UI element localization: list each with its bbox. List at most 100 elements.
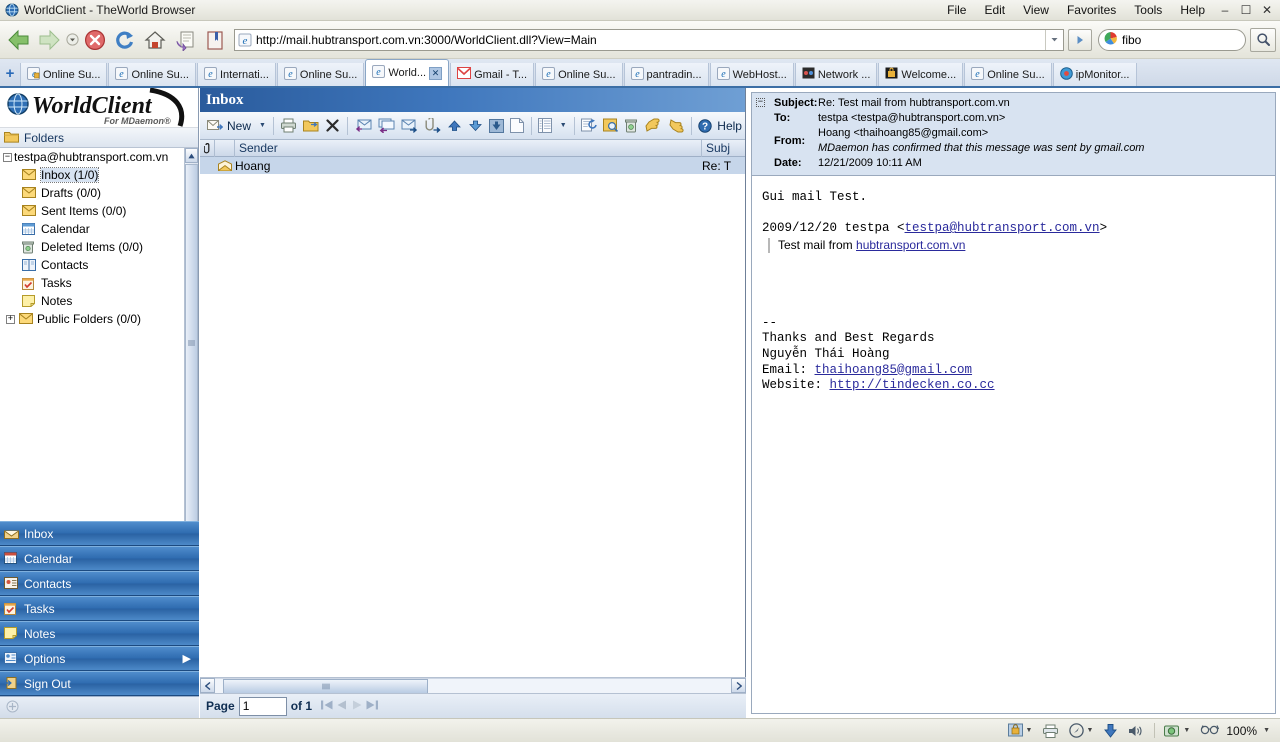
- go-button[interactable]: [1068, 28, 1092, 51]
- thumbs-down-icon[interactable]: [641, 114, 664, 138]
- security-zone-icon[interactable]: ▼: [1007, 723, 1032, 738]
- expand-nav-icon[interactable]: [6, 700, 19, 716]
- last-page-button[interactable]: [365, 698, 379, 715]
- folder-public-folders[interactable]: + Public Folders (0/0): [0, 310, 198, 328]
- expand-icon[interactable]: +: [6, 314, 15, 324]
- sender-email-link[interactable]: testpa@hubtransport.com.vn: [905, 221, 1100, 235]
- reply-all-button[interactable]: [375, 114, 398, 138]
- scrollbar-thumb[interactable]: [223, 679, 428, 694]
- tab-gmail[interactable]: Gmail - T...: [450, 63, 535, 86]
- home-icon[interactable]: [140, 25, 170, 55]
- close-button[interactable]: ✕: [1258, 2, 1276, 18]
- tab-pantradin[interactable]: e pantradin...: [623, 63, 709, 86]
- sender-column-header[interactable]: Sender: [235, 139, 702, 157]
- stop-icon[interactable]: [80, 25, 110, 55]
- scroll-right-icon[interactable]: [731, 678, 746, 693]
- url-text[interactable]: http://mail.hubtransport.com.vn:3000/Wor…: [256, 33, 1045, 47]
- scrollbar-track[interactable]: [215, 678, 731, 694]
- address-dropdown-icon[interactable]: [1045, 29, 1063, 50]
- sidebar-item-options[interactable]: Options ▶: [0, 646, 199, 671]
- folder-contacts[interactable]: Contacts: [0, 256, 198, 274]
- tab-worldclient[interactable]: e World... ✕: [365, 59, 450, 86]
- empty-trash-button[interactable]: [622, 114, 641, 138]
- sidebar-item-notes[interactable]: Notes: [0, 621, 199, 646]
- subject-column-header[interactable]: Subj: [702, 140, 745, 157]
- proxy-icon[interactable]: ▼: [1164, 724, 1190, 738]
- signature-website-link[interactable]: http://tindecken.co.cc: [830, 378, 995, 392]
- tab-online-su-2[interactable]: e Online Su...: [108, 63, 196, 86]
- print-button[interactable]: [277, 114, 300, 138]
- menu-file[interactable]: File: [938, 2, 975, 18]
- move-up-button[interactable]: [444, 114, 465, 138]
- search-mail-button[interactable]: [600, 114, 622, 138]
- forward-button[interactable]: [398, 114, 421, 138]
- forward-as-attachment-button[interactable]: [421, 114, 444, 138]
- zoom-control[interactable]: 100% ▼: [1200, 723, 1270, 738]
- address-bar[interactable]: e http://mail.hubtransport.com.vn:3000/W…: [234, 28, 1064, 51]
- domain-link[interactable]: hubtransport.com.vn: [856, 238, 965, 252]
- minimize-button[interactable]: –: [1216, 2, 1234, 18]
- thumbs-up-icon[interactable]: [664, 114, 687, 138]
- close-icon[interactable]: ✕: [429, 66, 443, 80]
- table-row[interactable]: Hoang Re: T: [200, 157, 745, 174]
- list-horizontal-scrollbar[interactable]: [200, 677, 746, 694]
- help-button[interactable]: ? Help: [695, 114, 745, 138]
- account-node[interactable]: − testpa@hubtransport.com.vn: [0, 148, 198, 166]
- collapse-header-icon[interactable]: −: [756, 98, 765, 107]
- folder-tasks[interactable]: Tasks: [0, 274, 198, 292]
- sidebar-item-inbox[interactable]: Inbox: [0, 521, 199, 546]
- tab-internati[interactable]: e Internati...: [196, 63, 276, 86]
- folder-drafts[interactable]: Drafts (0/0): [0, 184, 198, 202]
- tab-webhost[interactable]: e WebHost...: [709, 63, 794, 86]
- sidebar-item-sign-out[interactable]: Sign Out: [0, 671, 199, 696]
- move-down-button[interactable]: [465, 114, 486, 138]
- menu-tools[interactable]: Tools: [1125, 2, 1171, 18]
- menu-help[interactable]: Help: [1171, 2, 1214, 18]
- printer-icon[interactable]: [1042, 724, 1059, 738]
- refresh-icon[interactable]: [110, 25, 140, 55]
- next-page-button[interactable]: [350, 698, 364, 715]
- sidebar-item-contacts[interactable]: Contacts: [0, 571, 199, 596]
- tab-online-su-4[interactable]: e Online Su...: [535, 63, 623, 86]
- move-to-folder-button[interactable]: [300, 114, 322, 138]
- icon-column[interactable]: [215, 139, 235, 157]
- folder-inbox[interactable]: Inbox (1/0): [0, 166, 198, 184]
- forward-icon[interactable]: [34, 25, 64, 55]
- folder-calendar[interactable]: Calendar: [0, 220, 198, 238]
- search-icon[interactable]: [1250, 27, 1276, 52]
- sidebar-item-tasks[interactable]: Tasks: [0, 596, 199, 621]
- scroll-left-icon[interactable]: [200, 678, 215, 693]
- reply-button[interactable]: [352, 114, 375, 138]
- columns-button[interactable]: [535, 114, 555, 138]
- chevron-down-icon[interactable]: [64, 25, 80, 55]
- paperclip-column[interactable]: [200, 139, 215, 157]
- speaker-icon[interactable]: [1128, 724, 1144, 738]
- tab-online-su-1[interactable]: e Online Su...: [20, 63, 108, 86]
- download-button[interactable]: [486, 114, 507, 138]
- collapse-icon[interactable]: −: [3, 152, 12, 162]
- menu-favorites[interactable]: Favorites: [1058, 2, 1125, 18]
- view-source-button[interactable]: [507, 114, 527, 138]
- download-arrow-icon[interactable]: [1103, 723, 1118, 738]
- bookmarks-icon[interactable]: [200, 25, 230, 55]
- columns-dropdown[interactable]: ▼: [555, 114, 570, 138]
- folder-deleted-items[interactable]: Deleted Items (0/0): [0, 238, 198, 256]
- folder-sent-items[interactable]: Sent Items (0/0): [0, 202, 198, 220]
- search-box[interactable]: fibo: [1098, 28, 1246, 51]
- new-message-dropdown[interactable]: ▼: [254, 114, 269, 138]
- compass-icon[interactable]: ▼: [1069, 723, 1093, 738]
- menu-edit[interactable]: Edit: [975, 2, 1014, 18]
- save-page-icon[interactable]: [170, 25, 200, 55]
- page-input[interactable]: 1: [238, 696, 287, 716]
- sidebar-item-calendar[interactable]: Calendar: [0, 546, 199, 571]
- tab-online-su-5[interactable]: e Online Su...: [964, 63, 1052, 86]
- menu-view[interactable]: View: [1014, 2, 1058, 18]
- folder-notes[interactable]: Notes: [0, 292, 198, 310]
- back-icon[interactable]: [4, 25, 34, 55]
- search-input[interactable]: fibo: [1122, 33, 1141, 47]
- new-tab-button[interactable]: +: [0, 60, 20, 86]
- folder-tree-scrollbar[interactable]: [184, 148, 198, 546]
- tab-ipmonitor[interactable]: ipMonitor...: [1052, 63, 1137, 86]
- scroll-up-icon[interactable]: [185, 148, 198, 163]
- tab-online-su-3[interactable]: e Online Su...: [276, 63, 365, 86]
